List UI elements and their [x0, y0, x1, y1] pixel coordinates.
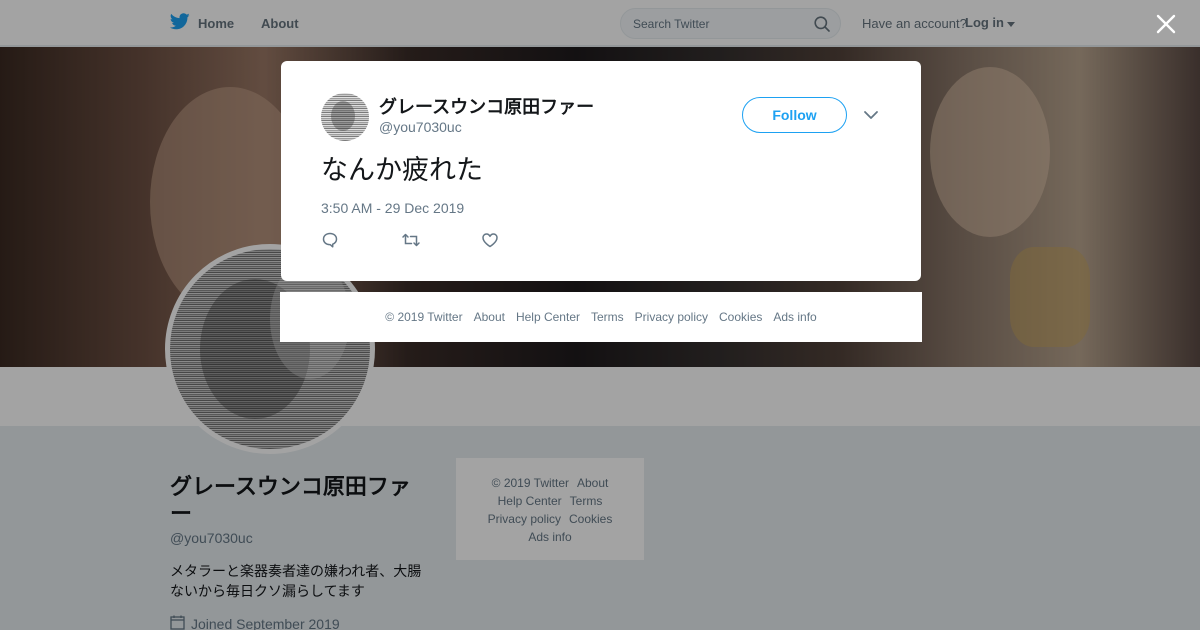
- tweet-timestamp[interactable]: 3:50 AM - 29 Dec 2019: [321, 200, 464, 216]
- modal-footer-help-center-link[interactable]: Help Center: [516, 310, 580, 324]
- tweet-modal: グレースウンコ原田ファー @you7030uc Follow なんか疲れた 3:…: [281, 61, 921, 281]
- modal-footer-about-link[interactable]: About: [474, 310, 505, 324]
- tweet-author-avatar[interactable]: [321, 93, 369, 141]
- like-icon[interactable]: [481, 231, 561, 251]
- chevron-down-icon[interactable]: [863, 107, 883, 123]
- tweet-actions: [321, 231, 561, 251]
- modal-footer-copyright: © 2019 Twitter: [385, 310, 463, 324]
- close-icon[interactable]: [1155, 13, 1177, 35]
- follow-button[interactable]: Follow: [742, 97, 847, 133]
- tweet-author-handle[interactable]: @you7030uc: [379, 119, 462, 135]
- modal-footer-ads-info-link[interactable]: Ads info: [773, 310, 816, 324]
- tweet-text: なんか疲れた: [321, 155, 483, 185]
- retweet-icon[interactable]: [401, 231, 481, 251]
- modal-footer-privacy-link[interactable]: Privacy policy: [635, 310, 708, 324]
- tweet-author-name[interactable]: グレースウンコ原田ファー: [379, 93, 594, 119]
- modal-footer: © 2019 Twitter About Help Center Terms P…: [280, 292, 922, 342]
- modal-footer-terms-link[interactable]: Terms: [591, 310, 624, 324]
- modal-footer-cookies-link[interactable]: Cookies: [719, 310, 762, 324]
- reply-icon[interactable]: [321, 231, 401, 251]
